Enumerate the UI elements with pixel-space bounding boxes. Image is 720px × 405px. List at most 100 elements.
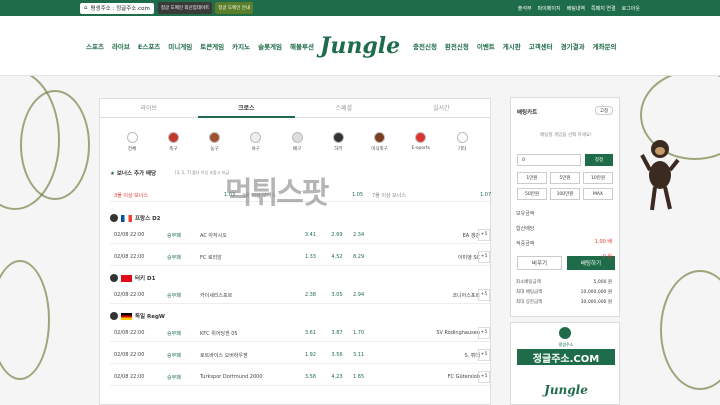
domain-ad[interactable]: 평생주소 정글주소.COM Jungle (510, 322, 620, 405)
sport-item[interactable]: 미식축구 (360, 132, 400, 162)
away-odd[interactable]: 1.65 (353, 374, 364, 380)
nav-item[interactable]: 충전신청 (413, 41, 437, 51)
amount-chip[interactable]: 5만원 (550, 172, 580, 184)
sport-item[interactable]: 기타 (442, 132, 482, 162)
more-markets-button[interactable]: +5 (478, 289, 490, 301)
sport-item[interactable]: 축구 (153, 132, 193, 162)
top-link[interactable]: 베팅내역 (567, 5, 585, 12)
sport-item[interactable]: 배구 (277, 132, 317, 162)
more-markets-button[interactable]: +5 (478, 251, 490, 263)
sport-icon (291, 132, 303, 143)
more-markets-button[interactable]: +5 (478, 229, 490, 241)
domain-guide-banner[interactable]: 정글 도메인 안내 (215, 2, 254, 14)
home-odd[interactable]: 1.92 (300, 352, 316, 358)
nav-item[interactable]: 미니게임 (168, 41, 192, 51)
draw-odd[interactable]: 4.52 (326, 254, 348, 260)
draw-odd[interactable]: 4.23 (326, 374, 348, 380)
bonus-3-label[interactable]: 3폴 이상 보너스 (114, 192, 148, 199)
nav-item[interactable]: 환전신청 (445, 41, 469, 51)
sport-icon (167, 132, 179, 143)
amount-chip[interactable]: MAX (583, 188, 613, 200)
home-odd[interactable]: 3.58 (300, 374, 316, 380)
draw-odd[interactable]: 3.56 (326, 352, 348, 358)
more-markets-button[interactable]: +5 (478, 349, 490, 361)
bet-amount-input[interactable]: 0 (517, 154, 581, 166)
nav-item[interactable]: 고객센터 (529, 41, 553, 51)
away-odd[interactable]: 2.34 (353, 232, 364, 238)
nav-item[interactable]: 게좌문의 (593, 41, 617, 51)
away-odd[interactable]: 3.11 (353, 352, 364, 358)
amount-confirm-button[interactable]: 정정 (585, 154, 613, 166)
draw-odd[interactable]: 3.05 (326, 292, 348, 298)
sport-item[interactable]: 야구 (236, 132, 276, 162)
vine-decoration (660, 270, 720, 390)
nav-item[interactable]: 카지노 (232, 41, 250, 51)
bonus-7-label[interactable]: 7폴 이상 보너스 (372, 192, 406, 199)
away-odd[interactable]: 2.94 (353, 292, 364, 298)
amount-chip[interactable]: 1만원 (517, 172, 547, 184)
sport-icon (250, 132, 262, 143)
jungle-logo[interactable]: Jungle (320, 22, 400, 70)
top-link[interactable]: 출석부 (518, 5, 532, 12)
away-team[interactable]: EA 갱강 (400, 232, 480, 239)
sport-icon (126, 132, 138, 143)
sport-item[interactable]: 농구 (195, 132, 235, 162)
home-odd[interactable]: 2.38 (300, 292, 316, 298)
domain-banner[interactable]: 정글 도메인 최신업데이트 (157, 2, 213, 14)
home-odd[interactable]: 3.41 (300, 232, 316, 238)
nav-item[interactable]: 게시판 (503, 41, 521, 51)
sport-item[interactable]: 전체 (112, 132, 152, 162)
nav-item[interactable]: 라이브 (112, 41, 130, 51)
tab-1[interactable]: 크로스 (197, 98, 295, 118)
star-icon: ★ (110, 171, 115, 177)
sport-item[interactable]: E-sports (401, 132, 441, 162)
amount-chip[interactable]: 50만원 (517, 188, 547, 200)
away-team[interactable]: S. 뤼데 (400, 352, 480, 359)
nav-item[interactable]: 이벤트 (477, 41, 495, 51)
top-link[interactable]: 로그아웃 (622, 5, 640, 12)
tab-3[interactable]: 실시간 (392, 98, 490, 118)
nav-item[interactable]: 슬롯게임 (258, 41, 282, 51)
nav-item[interactable]: 경기결과 (561, 41, 585, 51)
amount-chip[interactable]: 10만원 (583, 172, 613, 184)
match-row: 02/08 22:00 승무패 KFC 위어딩겐 05 3.61 3.87 1.70 SV … (110, 324, 490, 342)
more-markets-button[interactable]: +5 (478, 327, 490, 339)
away-team[interactable]: SV Rodinghausen (400, 330, 480, 336)
nav-item[interactable]: 스포츠 (86, 41, 104, 51)
nav-item[interactable]: 토큰게임 (200, 41, 224, 51)
match-time: 02/08 22:00 (114, 232, 145, 238)
away-team[interactable]: 아미앵 SC (400, 254, 480, 261)
limit-value: 30,000,000 원 (580, 300, 612, 305)
away-team[interactable]: FC Gütersloh (400, 374, 480, 380)
nav-right-group: 충전신청 환전신청 이벤트 게시판 고객센터 경기결과 게좌문의 (413, 41, 617, 51)
cart-fix-button[interactable]: 고정 (595, 106, 613, 115)
away-team[interactable]: 코니아스포르 (400, 292, 480, 299)
sport-label: 전체 (127, 147, 137, 152)
sport-label: 기타 (457, 147, 467, 152)
bonus-5-odd[interactable]: 1.05 (352, 192, 363, 198)
match-time: 02/08 22:00 (114, 292, 145, 298)
amount-chip[interactable]: 100만원 (550, 188, 580, 200)
top-link[interactable]: 파이페이지 (538, 5, 561, 12)
ad-badge-icon (559, 327, 571, 339)
league-name: 터키 D1 (135, 276, 156, 282)
clear-button[interactable]: 비우기 (517, 256, 562, 270)
bonus-7-odd[interactable]: 1.07 (480, 192, 491, 198)
home-icon: ⌂ (84, 5, 88, 11)
soccer-ball-icon (110, 312, 118, 320)
nav-item[interactable]: 해볼루션 (290, 41, 314, 51)
top-link[interactable]: 쪽페지 연결 (591, 5, 616, 12)
away-odd[interactable]: 8.29 (353, 254, 364, 260)
cart-empty-text: 배팅할 게임을 선택 하세요! (540, 133, 592, 138)
home-odd[interactable]: 1.33 (300, 254, 316, 260)
tab-2[interactable]: 스페셜 (295, 98, 393, 118)
nav-item[interactable]: E스포츠 (138, 41, 160, 51)
away-odd[interactable]: 1.70 (353, 330, 364, 336)
sport-item[interactable]: 하키 (318, 132, 358, 162)
more-markets-button[interactable]: +5 (478, 371, 490, 383)
draw-odd[interactable]: 3.87 (326, 330, 348, 336)
home-odd[interactable]: 3.61 (300, 330, 316, 336)
draw-odd[interactable]: 2.69 (326, 232, 348, 238)
match-time: 02/08 22:00 (114, 352, 145, 358)
tab-0[interactable]: 라이브 (100, 98, 198, 118)
